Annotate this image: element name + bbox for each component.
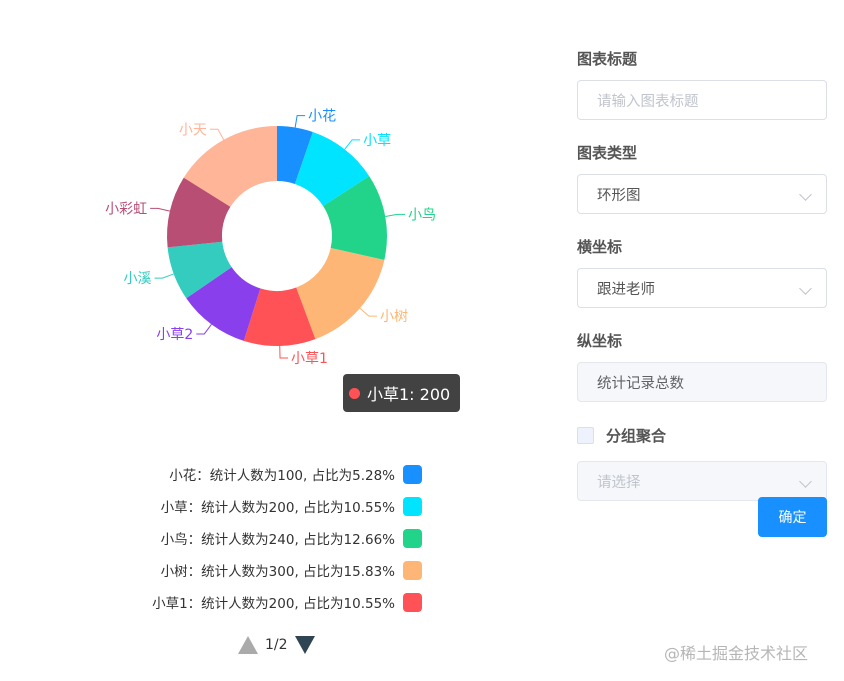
slice-label: 小草1	[291, 351, 328, 367]
label-leader-line	[294, 115, 306, 128]
chart-config-form: 图表标题 请输入图表标题 图表类型 环形图 横坐标 跟进老师 纵坐标 统计记录总…	[577, 48, 827, 501]
legend-item-text: 小鸟：统计人数为240, 占比为12.66%	[160, 532, 395, 548]
confirm-button[interactable]: 确定	[758, 497, 827, 537]
slice-label: 小天	[179, 122, 207, 138]
page-up-icon[interactable]	[238, 636, 258, 654]
legend-item[interactable]: 小鸟：统计人数为240, 占比为12.66%	[120, 527, 422, 549]
legend-swatch	[403, 592, 422, 612]
page-down-icon[interactable]	[294, 636, 315, 654]
legend-swatch	[403, 464, 422, 484]
group-aggregate-label: 分组聚合	[606, 426, 667, 445]
page: 小花小草小鸟小树小草1 小草2 小溪 小彩虹 小天 小草1: 200 小花：统计人数为1…	[0, 0, 844, 681]
x-axis-value: 跟进老师	[597, 281, 655, 298]
slice-label: 小草	[363, 133, 391, 149]
slice-label: 小彩虹	[105, 201, 147, 217]
label-leader-line	[196, 324, 212, 335]
legend-item-text: 小草：统计人数为200, 占比为10.55%	[160, 500, 395, 516]
legend-swatch	[403, 528, 422, 548]
slice-label: 小树	[380, 309, 408, 325]
slice-label: 小溪	[123, 271, 151, 287]
chart-type-label: 图表类型	[577, 144, 638, 162]
label-leader-line	[279, 345, 289, 359]
chart-type-value: 环形图	[597, 187, 641, 204]
slice-label: 小鸟	[408, 207, 436, 223]
label-leader-line	[150, 207, 170, 212]
x-axis-label: 横坐标	[577, 238, 623, 256]
x-axis-select[interactable]: 跟进老师	[577, 268, 827, 308]
legend-item[interactable]: 小树：统计人数为300, 占比为15.83%	[120, 559, 422, 581]
legend-item[interactable]: 小草：统计人数为200, 占比为10.55%	[120, 495, 422, 517]
chevron-down-icon	[799, 475, 812, 488]
legend-item[interactable]: 小花：统计人数为100, 占比为5.28%	[120, 463, 422, 485]
group-aggregate-checkbox[interactable]	[577, 426, 594, 444]
page-indicator: 1/2	[265, 637, 288, 653]
legend-swatch	[403, 496, 422, 516]
chart-tooltip: 小草1: 200	[343, 374, 461, 412]
y-axis-value: 统计记录总数	[597, 375, 684, 392]
label-leader-line	[209, 128, 225, 141]
legend-swatch	[403, 560, 422, 580]
legend-item-text: 小树：统计人数为300, 占比为15.83%	[160, 564, 395, 580]
donut-chart: 小花小草小鸟小树小草1 小草2 小溪 小彩虹 小天	[105, 109, 436, 367]
label-leader-line	[154, 273, 174, 279]
label-leader-line	[385, 213, 406, 217]
chart-title-placeholder: 请输入图表标题	[597, 93, 699, 110]
chart-type-select[interactable]: 环形图	[577, 174, 827, 214]
y-axis-field: 统计记录总数	[577, 362, 827, 402]
chevron-down-icon	[799, 188, 812, 201]
legend-item-text: 小花：统计人数为100, 占比为5.28%	[169, 468, 395, 484]
slice-label: 小草2	[156, 327, 193, 343]
group-aggregate-row[interactable]: 分组聚合	[577, 424, 827, 446]
legend-item[interactable]: 小草1：统计人数为200, 占比为10.55%	[120, 591, 422, 613]
y-axis-label: 纵坐标	[577, 332, 623, 350]
label-leader-line	[344, 139, 361, 150]
legend-pager: 1/2	[238, 636, 315, 654]
tooltip-dot	[349, 387, 360, 399]
slice-label: 小花	[308, 109, 336, 125]
chart-title-input[interactable]: 请输入图表标题	[577, 80, 827, 120]
legend: 小花：统计人数为100, 占比为5.28% 小草：统计人数为200, 占比为10…	[120, 463, 422, 623]
watermark: @稀土掘金技术社区	[664, 644, 809, 663]
group-select-placeholder: 请选择	[597, 474, 641, 491]
tooltip-text: 小草1: 200	[367, 385, 451, 404]
legend-item-text: 小草1：统计人数为200, 占比为10.55%	[152, 596, 395, 612]
chart-title-label: 图表标题	[577, 50, 638, 68]
label-leader-line	[359, 307, 377, 317]
group-select: 请选择	[577, 461, 827, 501]
chevron-down-icon	[799, 282, 812, 295]
